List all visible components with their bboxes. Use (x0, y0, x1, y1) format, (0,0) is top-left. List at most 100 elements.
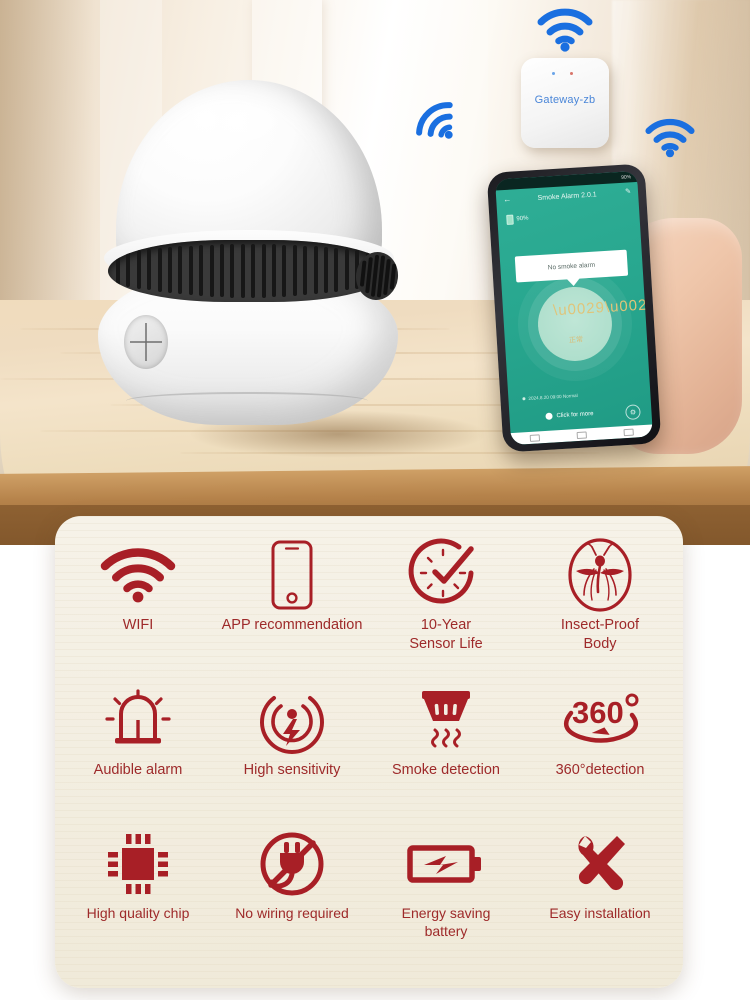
feature-panel: WIFI APP recommendation 10-Year Sensor L… (55, 516, 683, 988)
vent-slat (199, 245, 204, 297)
vent-slat (303, 245, 308, 296)
vent-slat (168, 247, 172, 294)
sensitivity-signal-icon (258, 683, 326, 757)
battery-value: 90% (516, 215, 529, 223)
vent-slat (313, 246, 318, 295)
360-rotation-icon: 360 (554, 683, 646, 757)
event-log-line: 2024.8.20 09:00 Normal (522, 389, 636, 401)
alert-text: No smoke alarm (547, 261, 596, 272)
feature-insect-proof: Insect-Proof Body (523, 538, 677, 683)
tools-icon (565, 827, 635, 901)
wifi-icon (100, 538, 176, 612)
feature-energy-saving: Energy saving battery (369, 827, 523, 972)
feature-high-sensitivity: High sensitivity (215, 683, 369, 828)
log-text: 2024.8.20 09:00 Normal (528, 392, 578, 401)
vent-slat (147, 249, 152, 291)
feature-360-detection: 360 360°detection (523, 683, 677, 828)
side-vent-slat (389, 263, 397, 290)
nav-recents-icon[interactable] (623, 428, 635, 436)
battery-status: 90% (506, 214, 529, 225)
vent-slat (126, 251, 131, 287)
vent-slat (334, 248, 339, 292)
gateway-led-blue (552, 72, 555, 75)
feature-label: High quality chip (86, 905, 190, 922)
alert-bubble: No smoke alarm (514, 249, 629, 283)
clock-check-icon (408, 538, 483, 612)
nav-back-icon[interactable] (529, 433, 540, 442)
vent-slat (136, 250, 141, 289)
feature-wifi: WIFI (61, 538, 215, 683)
alarm-bell-icon (103, 683, 173, 757)
vent-slat (324, 247, 328, 294)
test-button[interactable] (124, 315, 168, 369)
log-bullet-icon (522, 397, 526, 401)
gateway-led-red (570, 72, 573, 75)
click-for-more-button[interactable]: Click for more (545, 410, 594, 420)
back-arrow-icon[interactable]: ← (503, 195, 512, 204)
battery-icon (506, 214, 514, 225)
product-photo-scene: Gateway-zb 90% ← Smoke Alarm 2.0.1 ✎ 90%… (0, 0, 750, 545)
vent-slat (261, 244, 266, 298)
app-title: Smoke Alarm 2.0.1 (537, 190, 597, 202)
smartphone: 90% ← Smoke Alarm 2.0.1 ✎ 90% No smoke a… (486, 163, 662, 453)
dome-highlight (192, 96, 288, 148)
vent-slat (178, 246, 183, 295)
feature-sensor-life: 10-Year Sensor Life (369, 538, 523, 683)
feature-label: Easy installation (549, 905, 651, 922)
feature-audible-alarm: Audible alarm (61, 683, 215, 828)
feature-label: 10-Year Sensor Life (409, 617, 483, 652)
vent-slat (240, 244, 245, 298)
vent-slat (157, 248, 162, 292)
vent-slat (230, 244, 235, 298)
status-disc[interactable] (535, 284, 615, 364)
phone-screen[interactable]: 90% ← Smoke Alarm 2.0.1 ✎ 90% No smoke a… (495, 170, 653, 446)
zigbee-gateway: Gateway-zb (521, 58, 609, 148)
product-feature-image: Gateway-zb 90% ← Smoke Alarm 2.0.1 ✎ 90%… (0, 0, 750, 1000)
feature-row: WIFI APP recommendation 10-Year Sensor L… (61, 538, 677, 683)
edit-pencil-icon[interactable]: ✎ (625, 187, 631, 195)
feature-high-quality-chip: High quality chip (61, 827, 215, 972)
device-vent-grille (108, 240, 390, 302)
feature-label: Energy saving battery (401, 905, 491, 940)
mosquito-blocked-icon (566, 538, 634, 612)
feature-label: APP recommendation (221, 617, 363, 633)
wifi-badge-right (645, 118, 695, 158)
cta-label: Click for more (556, 410, 594, 419)
feature-label: WIFI (122, 617, 154, 633)
gear-icon[interactable]: ⚙ (625, 404, 641, 421)
vent-slat (272, 244, 276, 298)
feature-label: 360°detection (555, 761, 645, 778)
wifi-badge-top (537, 8, 593, 52)
feature-label: Smoke detection (391, 761, 500, 778)
vent-slat (292, 245, 297, 297)
smoke-detector-device (88, 80, 488, 458)
svg-text:360: 360 (572, 695, 624, 730)
feature-easy-installation: Easy installation (523, 827, 677, 972)
feature-row: Audible alarm High sensitivity Smoke det… (61, 683, 677, 828)
vent-slat (220, 244, 224, 298)
feature-label: High sensitivity (243, 761, 341, 778)
feature-app: APP recommendation (215, 538, 369, 683)
vent-slat (251, 244, 256, 298)
nav-home-icon[interactable] (576, 430, 587, 439)
smartphone-icon (269, 538, 315, 612)
vent-slat (344, 249, 349, 291)
feature-no-wiring: No wiring required (215, 827, 369, 972)
vent-slat (282, 244, 287, 297)
vent-slat (209, 244, 214, 297)
feature-label: Insect-Proof Body (560, 617, 640, 652)
feature-label: No wiring required (235, 905, 349, 922)
cta-dot-icon (545, 412, 553, 420)
base-seam (126, 392, 368, 410)
vent-slat (188, 245, 193, 296)
status-bar-right: 90% (620, 173, 632, 181)
vent-slat (116, 253, 120, 285)
feature-smoke-detection: Smoke detection (369, 683, 523, 828)
feature-row: High quality chip No wiring required Ene… (61, 827, 677, 972)
chip-icon (105, 827, 171, 901)
no-plug-icon (257, 827, 327, 901)
smoke-detector-icon (410, 683, 482, 757)
feature-label: Audible alarm (93, 761, 183, 778)
gateway-label: Gateway-zb (534, 94, 596, 106)
battery-bolt-icon (406, 827, 486, 901)
